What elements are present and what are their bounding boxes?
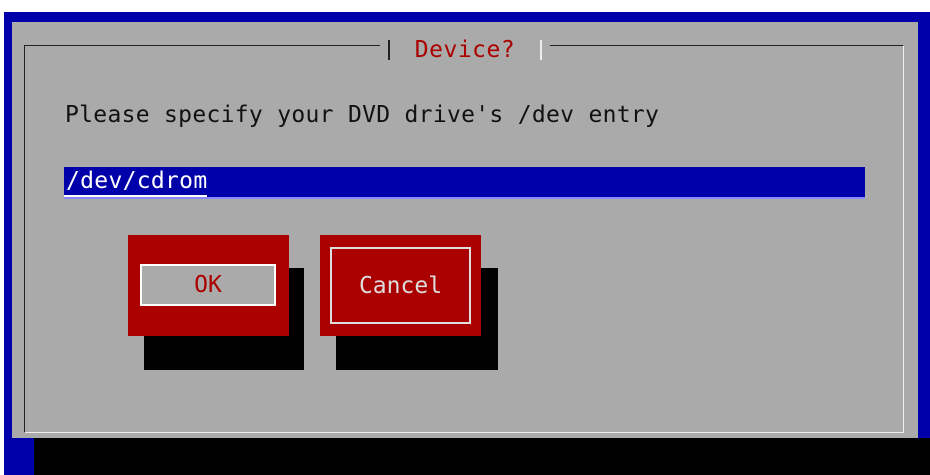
ok-button-label: OK: [194, 272, 222, 298]
cancel-button-face: Cancel: [330, 247, 471, 324]
dialog-shadow: [34, 438, 930, 475]
dialog-title: Device?: [414, 37, 516, 63]
ok-button[interactable]: OK: [128, 235, 289, 336]
device-path-input[interactable]: /dev/cdrom: [64, 167, 865, 199]
terminal-screen: Device? Please specify your DVD drive's …: [0, 0, 930, 475]
cancel-button[interactable]: Cancel: [320, 235, 481, 336]
ok-button-face: OK: [140, 264, 276, 306]
dialog-title-box: Device?: [380, 30, 550, 70]
dialog-prompt: Please specify your DVD drive's /dev ent…: [65, 102, 660, 128]
device-dialog: Device? Please specify your DVD drive's …: [12, 22, 918, 438]
device-path-value: /dev/cdrom: [64, 167, 208, 197]
cancel-button-label: Cancel: [358, 272, 443, 299]
